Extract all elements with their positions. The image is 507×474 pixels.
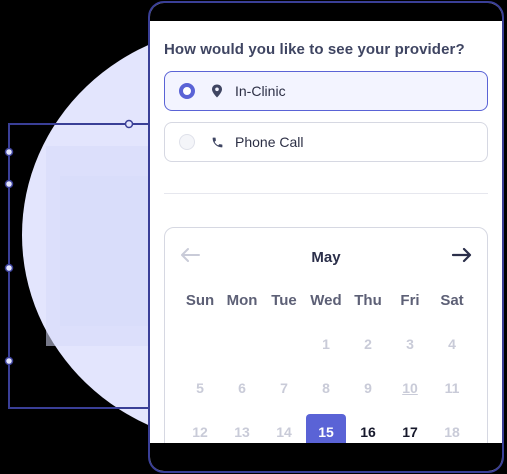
calendar-day-2: 2 [364, 336, 372, 352]
appointment-card: How would you like to see your provider?… [148, 1, 504, 473]
arrow-right-icon [451, 247, 472, 263]
calendar-day-1: 1 [322, 336, 330, 352]
calendar-day-7: 7 [280, 380, 288, 396]
card-bottom-bar [150, 443, 502, 471]
calendar-day-9: 9 [364, 380, 372, 396]
calendar-day-8: 8 [322, 380, 330, 396]
visit-type-question: How would you like to see your provider? [164, 41, 465, 58]
next-month-button[interactable] [451, 246, 473, 264]
option-phone-call[interactable]: Phone Call [164, 122, 488, 162]
weekday-tue: Tue [271, 292, 297, 309]
weekday-sun: Sun [185, 292, 215, 309]
option-label-in-clinic: In-Clinic [235, 83, 286, 99]
radio-in-clinic[interactable] [179, 83, 195, 99]
weekday-thu: Thu [354, 292, 382, 309]
calendar-month-label: May [311, 249, 341, 266]
calendar-day-6: 6 [238, 380, 246, 396]
radio-phone-call[interactable] [179, 134, 195, 150]
option-label-phone-call: Phone Call [235, 134, 304, 150]
card-top-bar [150, 3, 502, 21]
weekday-fri: Fri [400, 292, 420, 309]
calendar: May Sun Mon Tue Wed Thu Fri Sat 1 2 3 4 5 6 7 8 9 10 11 12… [164, 227, 488, 471]
calendar-day-4: 4 [448, 336, 456, 352]
section-divider [164, 193, 488, 194]
calendar-day-11: 11 [444, 380, 460, 396]
weekday-wed: Wed [310, 292, 342, 309]
phone-icon [209, 134, 225, 150]
calendar-day-10: 10 [402, 380, 418, 396]
calendar-day-5: 5 [196, 380, 204, 396]
weekday-sat: Sat [440, 292, 464, 309]
location-pin-icon [209, 83, 225, 99]
option-in-clinic[interactable]: In-Clinic [164, 71, 488, 111]
weekday-mon: Mon [226, 292, 258, 309]
calendar-day-3: 3 [406, 336, 414, 352]
